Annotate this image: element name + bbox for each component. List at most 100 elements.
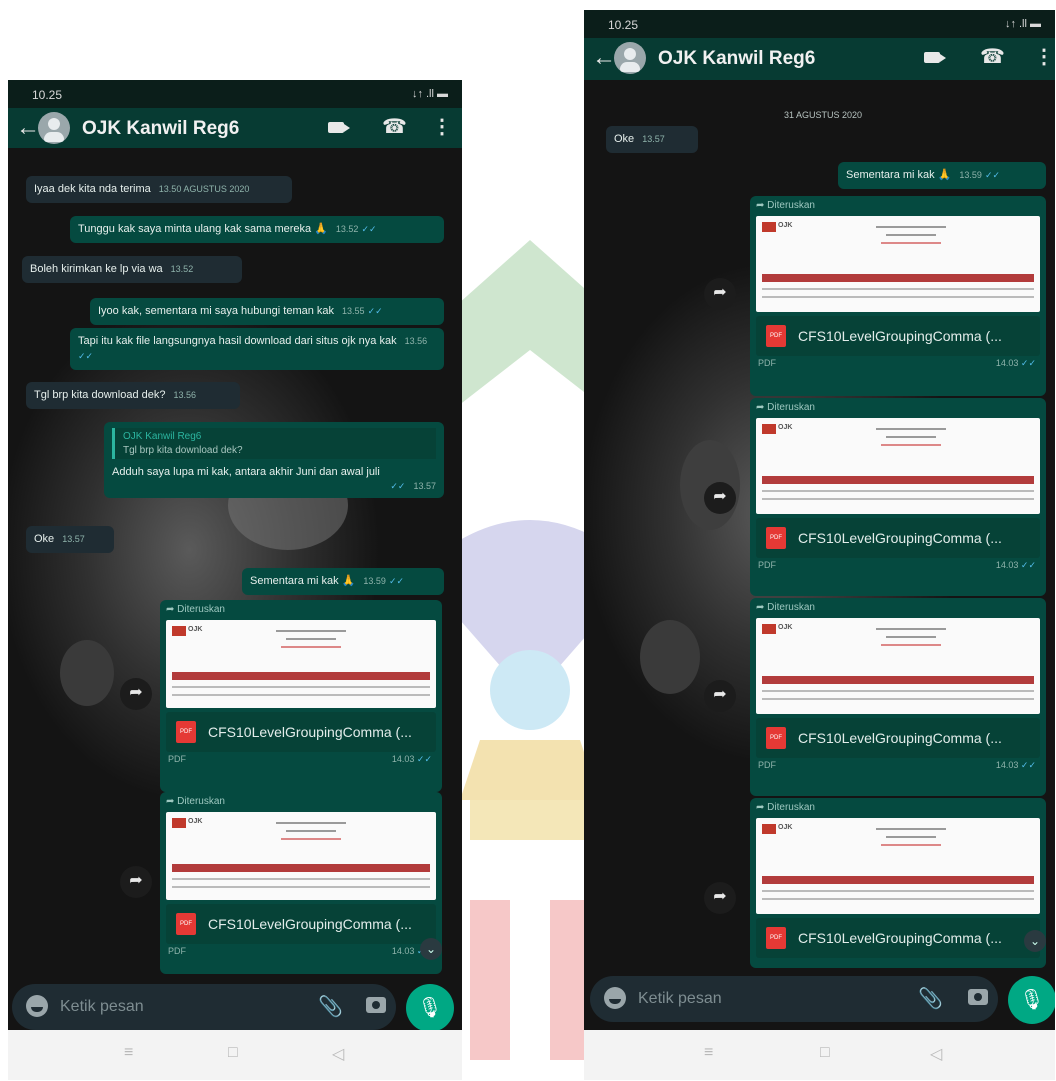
document-message[interactable]: ➦ Diteruskan PDF CFS10LevelGroupingComma… (750, 798, 1046, 968)
emoji-icon[interactable] (26, 995, 48, 1017)
scroll-down-icon[interactable]: ⌄ (420, 938, 442, 960)
back-arrow-icon[interactable]: ← (592, 44, 616, 72)
nav-home-icon[interactable]: □ (820, 1044, 830, 1062)
document-message[interactable]: ➦ Diteruskan PDF CFS10LevelGroupingComma… (750, 598, 1046, 796)
document-message[interactable]: ➦ Diteruskan PDF CFS10LevelGroupingComma… (160, 792, 442, 974)
pdf-preview-thumbnail[interactable] (756, 618, 1040, 714)
message-bubble-incoming[interactable]: Oke 13.57 (606, 126, 698, 153)
document-message[interactable]: ➦ Diteruskan PDF CFS10LevelGroupingComma… (160, 600, 442, 792)
voice-call-icon[interactable]: ☎ (382, 114, 407, 139)
forward-share-icon[interactable]: ➦ (704, 278, 736, 310)
video-call-icon[interactable] (328, 122, 350, 133)
more-options-icon[interactable]: ⋮ (1034, 44, 1054, 69)
message-composer[interactable]: Ketik pesan 📎 (590, 976, 998, 1022)
document-message[interactable]: ➦ Diteruskan PDF CFS10LevelGroupingComma… (750, 196, 1046, 396)
preview-table-row (762, 490, 1034, 492)
document-message[interactable]: ➦ Diteruskan PDF CFS10LevelGroupingComma… (750, 398, 1046, 596)
mic-icon: 🎙 (1019, 989, 1045, 1011)
forward-share-icon[interactable]: ➦ (704, 882, 736, 914)
attach-icon[interactable]: 📎 (318, 994, 343, 1019)
pdf-file-icon: PDF (766, 927, 786, 949)
message-bubble-incoming[interactable]: Tgl brp kita download dek? 13.56 (26, 382, 240, 409)
more-options-icon[interactable]: ⋮ (432, 114, 452, 139)
pdf-preview-thumbnail[interactable] (756, 818, 1040, 914)
message-bubble-outgoing[interactable]: Tapi itu kak file langsungnya hasil down… (70, 328, 444, 370)
pdf-preview-thumbnail[interactable] (166, 620, 436, 708)
document-meta: PDF 14.03 ✓✓ (166, 944, 436, 960)
forwarded-label: ➦ Diteruskan (166, 796, 225, 807)
message-bubble-outgoing[interactable]: Iyoo kak, sementara mi saya hubungi tema… (90, 298, 444, 325)
document-file-bar[interactable]: PDF CFS10LevelGroupingComma (... (756, 918, 1040, 958)
pdf-preview-thumbnail[interactable] (756, 418, 1040, 514)
message-text: Sementara mi kak 🙏 (846, 169, 952, 181)
preview-table-row (762, 690, 1034, 692)
document-file-bar[interactable]: PDF CFS10LevelGroupingComma (... (166, 712, 436, 752)
message-bubble-outgoing[interactable]: Sementara mi kak 🙏 13.59 ✓✓ (242, 568, 444, 595)
message-input[interactable]: Ketik pesan (60, 998, 144, 1016)
nav-home-icon[interactable]: □ (228, 1044, 238, 1062)
message-time: 13.57 (62, 534, 85, 544)
video-call-icon[interactable] (924, 52, 946, 63)
contact-avatar[interactable] (614, 42, 646, 74)
message-input[interactable]: Ketik pesan (638, 990, 722, 1008)
mic-button[interactable]: 🎙 (406, 984, 454, 1032)
forwarded-label: ➦ Diteruskan (756, 402, 815, 413)
forwarded-text: Diteruskan (767, 802, 815, 813)
forwarded-text: Diteruskan (177, 604, 225, 615)
preview-line (281, 646, 341, 648)
pdf-file-icon: PDF (766, 325, 786, 347)
scroll-down-icon[interactable]: ⌄ (1024, 930, 1046, 952)
quoted-text: Tgl brp kita download dek? (123, 444, 243, 456)
quoted-message[interactable]: OJK Kanwil Reg6 Tgl brp kita download de… (112, 428, 436, 459)
forward-share-icon[interactable]: ➦ (120, 866, 152, 898)
preview-line (276, 822, 346, 824)
pdf-preview-thumbnail[interactable] (166, 812, 436, 900)
forward-share-icon[interactable]: ➦ (704, 482, 736, 514)
forward-share-icon[interactable]: ➦ (120, 678, 152, 710)
nav-menu-icon[interactable]: ≡ (704, 1044, 713, 1062)
contact-name[interactable]: OJK Kanwil Reg6 (82, 118, 239, 140)
document-file-bar[interactable]: PDF CFS10LevelGroupingComma (... (756, 518, 1040, 558)
date-chip: 31 AGUSTUS 2020 (784, 110, 863, 120)
document-filename: CFS10LevelGroupingComma (... (798, 328, 1002, 344)
message-text: Adduh saya lupa mi kak, antara akhir Jun… (112, 466, 380, 478)
nav-menu-icon[interactable]: ≡ (124, 1044, 133, 1062)
document-filename: CFS10LevelGroupingComma (... (798, 730, 1002, 746)
contact-name[interactable]: OJK Kanwil Reg6 (658, 48, 815, 70)
emoji-icon[interactable] (604, 987, 626, 1009)
forwarded-text: Diteruskan (767, 402, 815, 413)
nav-back-icon[interactable]: ◁ (332, 1044, 344, 1064)
message-bubble-outgoing[interactable]: Sementara mi kak 🙏 13.59 ✓✓ (838, 162, 1046, 189)
message-bubble-outgoing[interactable]: Tunggu kak saya minta ulang kak sama mer… (70, 216, 444, 243)
message-time: 13.57 (642, 134, 665, 144)
message-bubble-incoming[interactable]: Oke 13.57 (26, 526, 114, 553)
camera-icon[interactable] (968, 989, 988, 1005)
mic-button[interactable]: 🎙 (1008, 976, 1055, 1024)
pdf-file-icon: PDF (176, 913, 196, 935)
message-bubble-incoming[interactable]: Boleh kirimkan ke lp via wa 13.52 (22, 256, 242, 283)
pdf-preview-thumbnail[interactable] (756, 216, 1040, 312)
forward-share-icon[interactable]: ➦ (704, 680, 736, 712)
message-composer[interactable]: Ketik pesan 📎 (12, 984, 396, 1030)
document-file-bar[interactable]: PDF CFS10LevelGroupingComma (... (166, 904, 436, 944)
message-bubble-outgoing-reply[interactable]: OJK Kanwil Reg6 Tgl brp kita download de… (104, 422, 444, 498)
voice-call-icon[interactable]: ☎ (980, 44, 1005, 69)
preview-line (876, 828, 946, 830)
forwarded-text: Diteruskan (767, 602, 815, 613)
read-ticks-icon: ✓✓ (1020, 760, 1036, 770)
nav-back-icon[interactable]: ◁ (930, 1044, 942, 1064)
document-file-bar[interactable]: PDF CFS10LevelGroupingComma (... (756, 718, 1040, 758)
preview-table-header (172, 864, 430, 872)
contact-avatar[interactable] (38, 112, 70, 144)
forwarded-text: Diteruskan (177, 796, 225, 807)
message-bubble-incoming[interactable]: Iyaa dek kita nda terima 13.50 AGUSTUS 20… (26, 176, 292, 203)
message-text: Boleh kirimkan ke lp via wa (30, 263, 163, 275)
back-arrow-icon[interactable]: ← (16, 114, 40, 142)
preview-line (881, 444, 941, 446)
forwarded-label: ➦ Diteruskan (756, 602, 815, 613)
document-file-bar[interactable]: PDF CFS10LevelGroupingComma (... (756, 316, 1040, 356)
preview-table-row (172, 878, 430, 880)
attach-icon[interactable]: 📎 (918, 986, 943, 1011)
camera-icon[interactable] (366, 997, 386, 1013)
message-text: Iyaa dek kita nda terima (34, 183, 151, 195)
